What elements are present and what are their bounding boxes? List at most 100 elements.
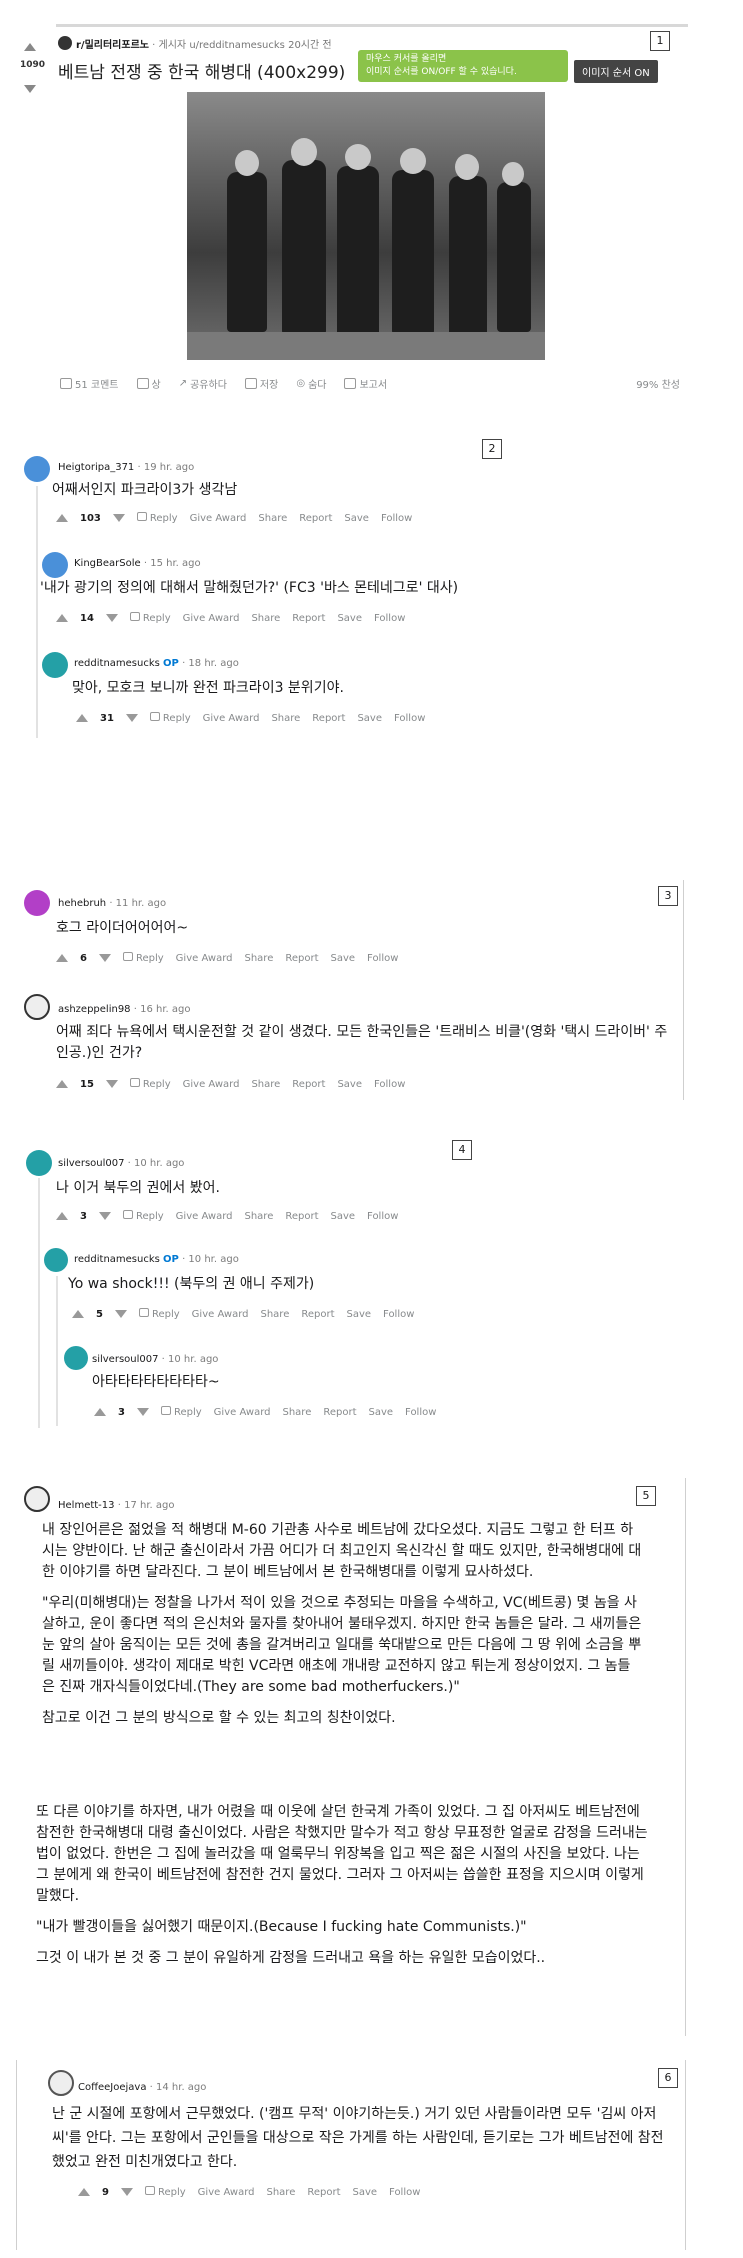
upvote-icon[interactable] [56,1212,68,1220]
follow-button[interactable]: Follow [374,613,405,624]
share-button[interactable]: Share [260,1309,289,1320]
downvote-button[interactable] [24,78,36,97]
save-button[interactable]: 저장 [244,376,278,391]
save-button[interactable]: Save [331,1211,356,1222]
follow-button[interactable]: Follow [383,1309,414,1320]
share-button[interactable]: Share [282,1407,311,1418]
upvote-icon[interactable] [94,1408,106,1416]
share-button[interactable]: Share [258,513,287,524]
upvote-icon[interactable] [78,2188,90,2196]
share-button[interactable]: Share [244,953,273,964]
report-button[interactable]: Report [307,2187,340,2198]
upvote-icon[interactable] [56,954,68,962]
comment-paragraph: 참고로 이건 그 분의 방식으로 할 수 있는 최고의 칭찬이었다. [42,1710,396,1726]
upvote-icon[interactable] [56,514,68,522]
follow-button[interactable]: Follow [367,1211,398,1222]
report-button[interactable]: Report [285,1211,318,1222]
downvote-icon[interactable] [105,1080,118,1088]
thread-line[interactable] [38,1178,40,1428]
upvote-icon[interactable] [56,1080,68,1088]
post-image[interactable] [187,92,545,360]
comment-text: 호그 라이더어어어어~ [56,920,189,936]
avatar[interactable] [64,1346,88,1370]
downvote-icon[interactable] [112,514,125,522]
reply-button[interactable]: Reply [160,1406,202,1418]
reply-button[interactable]: Reply [149,712,191,724]
share-button[interactable]: ↗ 공유하다 [179,376,227,391]
give-award-button[interactable]: Give Award [176,1211,233,1222]
image-order-toggle[interactable]: 이미지 순서 ON [574,60,658,83]
reply-button[interactable]: Reply [122,1210,164,1222]
give-award-button[interactable]: Give Award [176,953,233,964]
give-award-button[interactable]: Give Award [183,613,240,624]
reply-button[interactable]: Reply [129,612,171,624]
save-button[interactable]: Save [337,1079,362,1090]
comments-button[interactable]: 51 코멘트 [60,376,119,391]
report-button[interactable]: Report [312,713,345,724]
downvote-icon[interactable] [105,614,118,622]
downvote-icon[interactable] [98,1212,111,1220]
report-button[interactable]: Report [292,613,325,624]
give-award-button[interactable]: Give Award [203,713,260,724]
avatar[interactable] [24,994,50,1020]
report-button[interactable]: Report [292,1079,325,1090]
avatar[interactable] [44,1248,68,1272]
post-title[interactable]: 베트남 전쟁 중 한국 해병대 (400x299) [58,58,358,83]
thread-line[interactable] [56,1276,58,1426]
reply-button[interactable]: Reply [144,2186,186,2198]
save-button[interactable]: Save [337,613,362,624]
save-button[interactable]: Save [347,1309,372,1320]
follow-button[interactable]: Follow [381,513,412,524]
award-button[interactable]: 상 [136,376,161,391]
report-button[interactable]: Report [285,953,318,964]
reply-button[interactable]: Reply [122,952,164,964]
follow-button[interactable]: Follow [374,1079,405,1090]
reply-button[interactable]: Reply [138,1308,180,1320]
give-award-button[interactable]: Give Award [214,1407,271,1418]
report-button[interactable]: Report [299,513,332,524]
thread-line[interactable] [36,486,38,738]
save-button[interactable]: Save [331,953,356,964]
avatar[interactable] [48,2070,74,2096]
follow-button[interactable]: Follow [394,713,425,724]
follow-button[interactable]: Follow [367,953,398,964]
save-button[interactable]: Save [369,1407,394,1418]
avatar[interactable] [24,456,50,482]
report-button[interactable]: Report [323,1407,356,1418]
save-button[interactable]: Save [353,2187,378,2198]
downvote-icon[interactable] [98,954,111,962]
subreddit-link[interactable]: r/밀리터리포르노 [76,40,149,51]
give-award-button[interactable]: Give Award [183,1079,240,1090]
save-button[interactable]: Save [357,713,382,724]
upvote-button[interactable] [24,36,36,55]
give-award-button[interactable]: Give Award [198,2187,255,2198]
follow-button[interactable]: Follow [389,2187,420,2198]
hide-button[interactable]: ◎ 숨다 [296,376,326,391]
share-button[interactable]: Share [271,713,300,724]
downvote-icon[interactable] [136,1408,149,1416]
avatar[interactable] [26,1150,52,1176]
report-button[interactable]: Report [301,1309,334,1320]
save-button[interactable]: Save [344,513,369,524]
upvote-icon[interactable] [76,714,88,722]
avatar[interactable] [24,1486,50,1512]
downvote-icon[interactable] [120,2188,133,2196]
share-button[interactable]: Share [244,1211,273,1222]
upvote-icon[interactable] [72,1310,84,1318]
give-award-button[interactable]: Give Award [190,513,247,524]
share-button[interactable]: Share [251,613,280,624]
share-button[interactable]: Share [251,1079,280,1090]
upvote-icon[interactable] [56,614,68,622]
downvote-icon[interactable] [125,714,138,722]
downvote-icon[interactable] [114,1310,127,1318]
reply-button[interactable]: Reply [129,1078,171,1090]
report-button[interactable]: 보고서 [344,376,387,391]
avatar[interactable] [24,890,50,916]
reply-button[interactable]: Reply [136,512,178,524]
follow-button[interactable]: Follow [405,1407,436,1418]
avatar[interactable] [42,552,68,578]
avatar[interactable] [42,652,68,678]
share-button[interactable]: Share [266,2187,295,2198]
give-award-button[interactable]: Give Award [192,1309,249,1320]
poster-link[interactable]: u/redditnamesucks [189,40,285,51]
